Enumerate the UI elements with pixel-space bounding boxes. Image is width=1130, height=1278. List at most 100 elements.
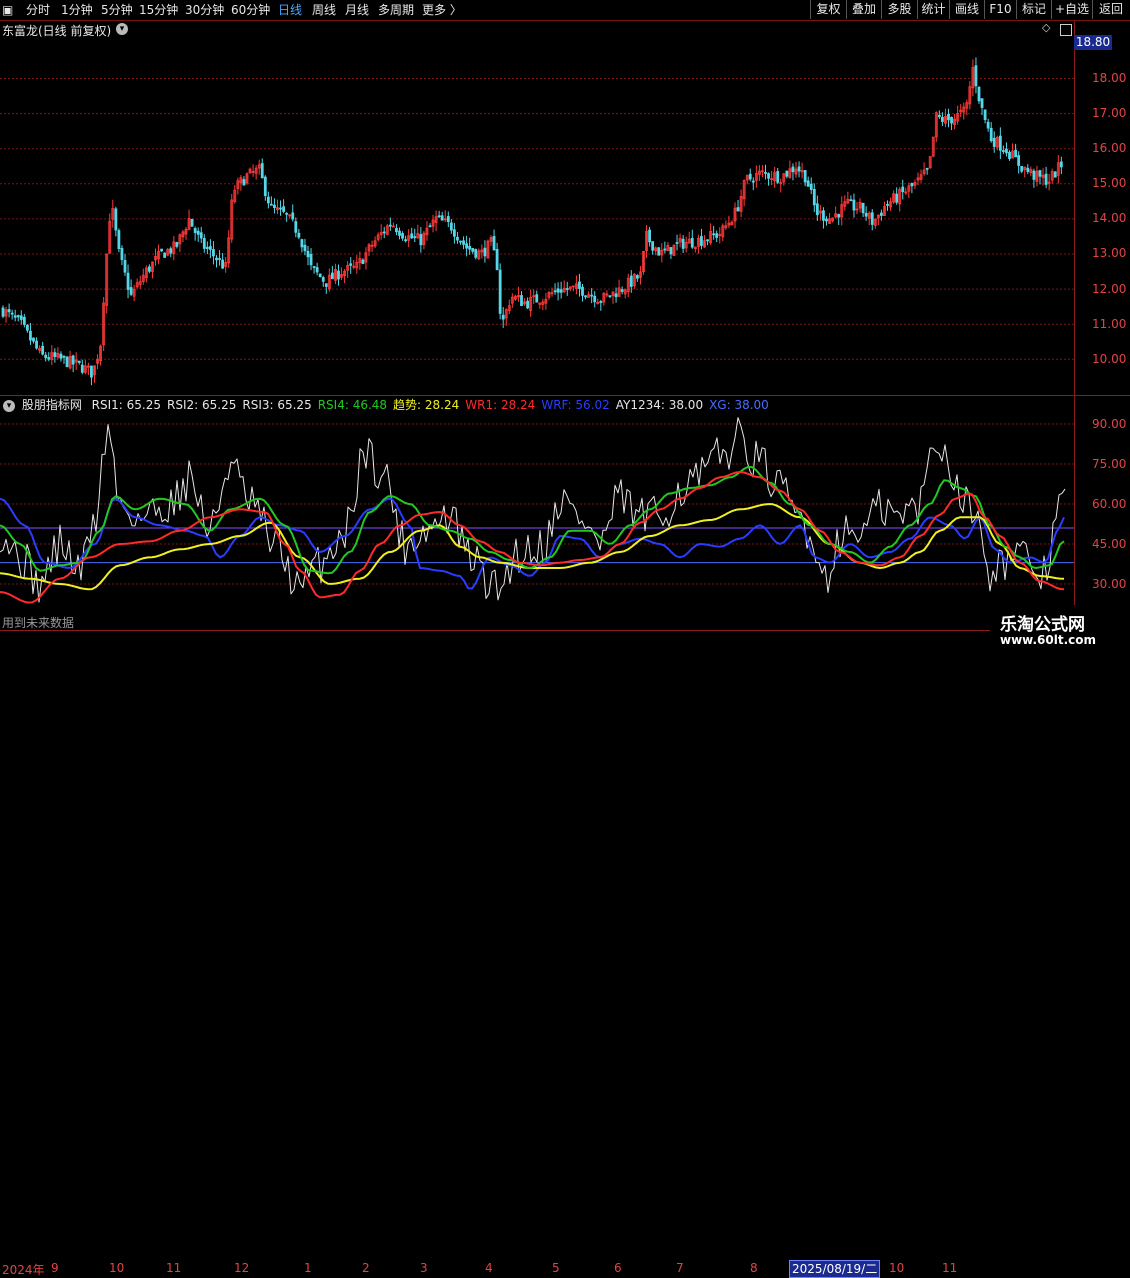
period-more-dropdown[interactable]: 更多 〉 bbox=[422, 0, 462, 20]
mark-button[interactable]: 标记 bbox=[1016, 0, 1051, 19]
window-menu-icon[interactable]: ▣ bbox=[2, 0, 13, 20]
candle-body bbox=[16, 315, 20, 318]
candle-body bbox=[690, 237, 694, 248]
candle-body bbox=[462, 240, 465, 245]
candle-body bbox=[825, 218, 828, 222]
candle-body bbox=[13, 315, 17, 318]
indicator-name[interactable]: 股朋指标网 bbox=[22, 398, 82, 412]
month-label: 12 bbox=[234, 1261, 250, 1275]
candle-body bbox=[337, 270, 340, 280]
month-label: 11 bbox=[166, 1261, 182, 1275]
candle-body bbox=[19, 315, 23, 320]
candle-body bbox=[1017, 155, 1021, 166]
period-tab-60min[interactable]: 60分钟 bbox=[231, 0, 270, 20]
overlay-button[interactable]: 叠加 bbox=[846, 0, 881, 19]
candle-body bbox=[90, 365, 93, 378]
f10-button[interactable]: F10 bbox=[984, 0, 1016, 19]
candle-body bbox=[1026, 167, 1030, 172]
price-axis-label: 14.00 bbox=[1092, 211, 1127, 225]
period-tab-multi[interactable]: 多周期 bbox=[378, 0, 414, 20]
stock-title: 东富龙(日线 前复权) bbox=[2, 24, 112, 38]
period-tab-monthly[interactable]: 月线 bbox=[345, 0, 369, 20]
pane-divider bbox=[0, 395, 1130, 396]
statistics-button[interactable]: 统计 bbox=[917, 0, 949, 19]
date-axis: 2024年 9 10 11 12 1 2 3 4 5 6 7 8 2025/08… bbox=[0, 630, 1000, 1278]
draw-line-button[interactable]: 画线 bbox=[949, 0, 984, 19]
candle-body bbox=[47, 357, 51, 360]
candle-body bbox=[395, 227, 398, 233]
candle-body bbox=[428, 225, 432, 228]
candle-body bbox=[614, 293, 618, 298]
candle-body bbox=[712, 233, 716, 236]
wr1-red-line bbox=[0, 471, 1065, 604]
candle-body bbox=[776, 171, 780, 183]
period-tab-15min[interactable]: 15分钟 bbox=[139, 0, 178, 20]
period-tab-daily[interactable]: 日线 bbox=[278, 0, 302, 20]
candle-body bbox=[700, 236, 703, 246]
multi-stock-button[interactable]: 多股 bbox=[881, 0, 917, 19]
candle-body bbox=[282, 206, 286, 212]
indicator-chart[interactable] bbox=[0, 415, 1074, 630]
candle-body bbox=[895, 193, 899, 203]
month-label: 10 bbox=[109, 1261, 125, 1275]
month-label: 3 bbox=[420, 1261, 428, 1275]
period-tab-5min[interactable]: 5分钟 bbox=[101, 0, 133, 20]
candle-body bbox=[452, 229, 456, 237]
candle-body bbox=[449, 222, 453, 231]
candle-body bbox=[886, 203, 889, 206]
indicator-value-6: WRF: 56.02 bbox=[541, 398, 610, 412]
candle-body bbox=[440, 215, 444, 221]
candle-body bbox=[578, 281, 581, 289]
period-tab-1min[interactable]: 1分钟 bbox=[61, 0, 93, 20]
candle-body bbox=[169, 248, 173, 254]
candle-body bbox=[285, 212, 289, 215]
candle-body bbox=[947, 113, 950, 121]
indicator-value-7: AY1234: 38.00 bbox=[615, 398, 704, 412]
month-label: 2 bbox=[362, 1261, 370, 1275]
candle-body bbox=[77, 360, 81, 363]
candle-body bbox=[32, 337, 35, 342]
indicator-axis-label: 45.00 bbox=[1092, 537, 1127, 551]
candle-body bbox=[41, 345, 45, 355]
month-label: 8 bbox=[750, 1261, 758, 1275]
indicator-axis-label: 75.00 bbox=[1092, 457, 1127, 471]
indicator-value-2: RSI3: 65.25 bbox=[242, 398, 312, 412]
period-tab-weekly[interactable]: 周线 bbox=[312, 0, 336, 20]
candle-body bbox=[806, 180, 810, 187]
add-watchlist-button[interactable]: +自选 bbox=[1051, 0, 1092, 19]
candle-body bbox=[590, 294, 594, 297]
candle-body bbox=[675, 242, 679, 244]
candle-body bbox=[59, 353, 63, 359]
candle-body bbox=[648, 229, 651, 243]
candle-body bbox=[193, 228, 197, 233]
period-tab-fenshi[interactable]: 分时 bbox=[26, 0, 50, 20]
candle-body bbox=[629, 275, 633, 287]
candle-body bbox=[980, 98, 984, 108]
candle-body bbox=[974, 65, 978, 87]
candle-body bbox=[559, 289, 563, 293]
chevron-down-icon[interactable]: ▾ bbox=[116, 23, 128, 35]
indicator-header: ▾ 股朋指标网 RSI1: 65.25 RSI2: 65.25 RSI3: 65.2… bbox=[0, 397, 769, 414]
back-button[interactable]: 返回 bbox=[1092, 0, 1129, 19]
future-data-note: 用到未来数据 bbox=[2, 616, 75, 630]
candle-body bbox=[803, 170, 807, 183]
candle-body bbox=[715, 233, 719, 238]
price-axis-label: 16.00 bbox=[1092, 141, 1127, 155]
candle-body bbox=[1053, 171, 1057, 178]
candle-body bbox=[1002, 150, 1005, 152]
candle-body bbox=[1044, 173, 1048, 185]
candlestick-chart[interactable] bbox=[0, 38, 1074, 395]
diamond-icon[interactable]: ◇ bbox=[1042, 21, 1050, 34]
candle-body bbox=[401, 233, 404, 239]
period-toolbar: ▣ 分时 1分钟 5分钟 15分钟 30分钟 60分钟 日线 周线 月线 多周期… bbox=[0, 0, 1130, 20]
candle-body bbox=[977, 86, 981, 102]
maximize-icon[interactable] bbox=[1060, 24, 1072, 36]
fuquan-button[interactable]: 复权 bbox=[810, 0, 846, 19]
candle-body bbox=[1005, 148, 1008, 154]
current-price-tag: 18.80 bbox=[1074, 35, 1112, 50]
period-tab-30min[interactable]: 30分钟 bbox=[185, 0, 224, 20]
price-axis-label: 18.00 bbox=[1092, 71, 1127, 85]
candle-body bbox=[950, 116, 953, 124]
chevron-down-icon[interactable]: ▾ bbox=[3, 399, 15, 412]
candle-body bbox=[208, 246, 212, 250]
